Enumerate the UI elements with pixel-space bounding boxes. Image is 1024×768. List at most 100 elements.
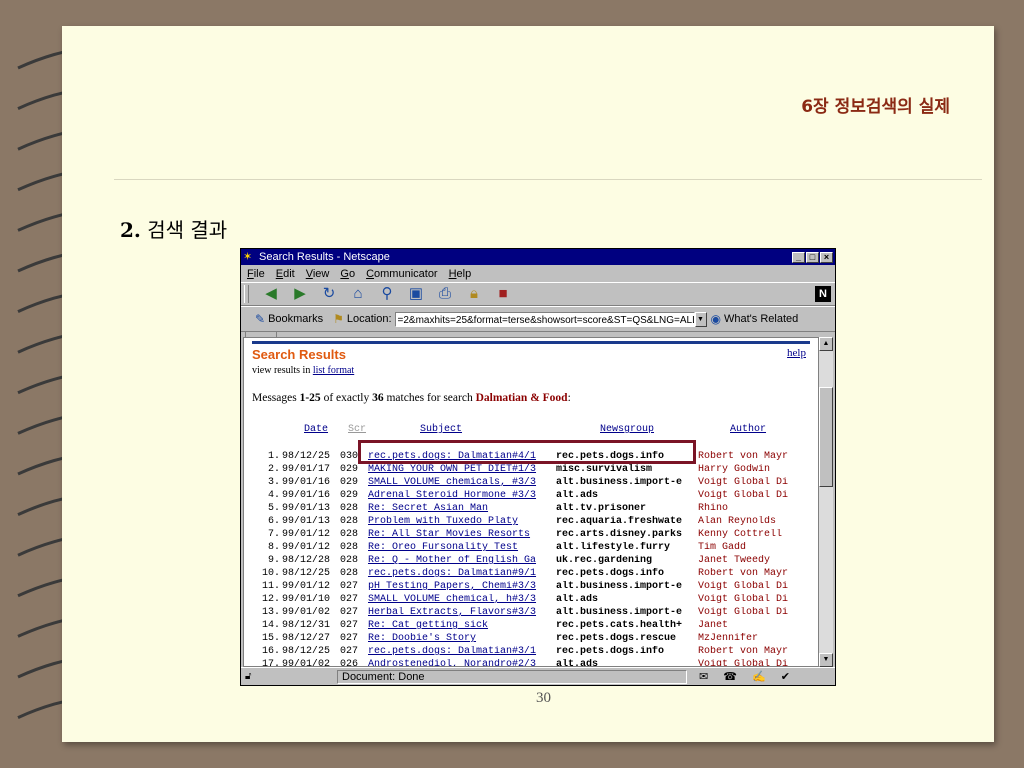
col-newsgroup[interactable]: Newsgroup — [600, 424, 654, 435]
result-subject-link[interactable]: Re: Secret Asian Man — [368, 503, 552, 514]
result-date: 99/01/12 — [282, 581, 331, 592]
col-scr[interactable]: Scr — [348, 424, 366, 435]
security-icon[interactable]: 🔒︎ — [464, 285, 484, 303]
menu-help[interactable]: Help — [449, 268, 472, 280]
whats-related-icon[interactable]: ◉ — [711, 312, 721, 326]
result-subject-link[interactable]: MAKING YOUR OWN PET DIET#1/3 — [368, 464, 552, 475]
list-format-link[interactable]: list format — [313, 365, 354, 376]
result-newsgroup: rec.aquaria.freshwate — [556, 516, 683, 527]
msg-count: 36 — [372, 392, 384, 404]
result-score: 028 — [340, 555, 359, 566]
col-author[interactable]: Author — [730, 424, 766, 435]
scroll-up-icon[interactable]: ▲ — [819, 337, 833, 351]
result-subject-link[interactable]: rec.pets.dogs: Dalmatian#3/1 — [368, 646, 552, 657]
result-number: 2. — [267, 464, 280, 475]
result-score: 028 — [340, 516, 359, 527]
result-newsgroup: rec.pets.dogs.info — [556, 646, 665, 657]
result-score: 026 — [340, 659, 359, 667]
result-subject-link[interactable]: Adrenal Steroid Hormone #3/3 — [368, 490, 552, 501]
blue-rule — [252, 341, 810, 344]
result-author: Robert von Mayr — [698, 451, 789, 462]
result-subject-link[interactable]: rec.pets.dogs: Dalmatian#9/1 — [368, 568, 552, 579]
minimize-button[interactable]: _ — [792, 251, 805, 263]
vertical-scrollbar[interactable]: ▲ ▼ — [819, 337, 833, 667]
result-subject-link[interactable]: Herbal Extracts, Flavors#3/3 — [368, 607, 552, 618]
menu-go[interactable]: Go — [340, 268, 355, 280]
result-subject-link[interactable]: Re: Doobie's Story — [368, 633, 552, 644]
result-newsgroup: alt.ads — [556, 659, 599, 667]
result-score: 027 — [340, 620, 359, 631]
result-subject-link[interactable]: Re: Q - Mother of English Ga — [368, 555, 552, 566]
search-results-title: Search Results — [252, 347, 346, 362]
result-number: 13. — [261, 607, 280, 618]
toolbar-grip[interactable] — [244, 285, 249, 303]
stop-icon[interactable]: ■ — [493, 285, 513, 303]
location-toolbar: ✎ Bookmarks ⚑ Location: =2&maxhits=25&fo… — [241, 306, 835, 332]
result-newsgroup: alt.lifestyle.furry — [556, 542, 671, 553]
location-input[interactable]: =2&maxhits=25&format=terse&showsort=scor… — [394, 311, 695, 327]
result-number: 8. — [267, 542, 280, 553]
forward-icon[interactable]: ▶ — [290, 285, 310, 303]
section-number: 2. — [120, 218, 141, 242]
result-author: Voigt Global Di — [698, 659, 789, 667]
back-icon[interactable]: ◀ — [261, 285, 281, 303]
result-author: Janet — [698, 620, 729, 631]
result-score: 030 — [340, 451, 359, 462]
result-newsgroup: alt.business.import-e — [556, 581, 683, 592]
result-subject-link[interactable]: SMALL VOLUME chemicals, #3/3 — [368, 477, 552, 488]
result-author: Voigt Global Di — [698, 490, 789, 501]
menu-edit[interactable]: Edit — [276, 268, 295, 280]
col-date[interactable]: Date — [304, 424, 328, 435]
location-icon: ⚑ — [333, 312, 344, 326]
result-subject-link[interactable]: Androstenediol, Norandro#2/3 — [368, 659, 552, 666]
status-bar: 🔓︎ Document: Done ✉ ☎ ✍ ✔ — [241, 667, 835, 685]
result-subject-link[interactable]: Re: All Star Movies Resorts — [368, 529, 552, 540]
result-author: Robert von Mayr — [698, 646, 789, 657]
title-bar: ✶ Search Results - Netscape _ □ × — [241, 249, 835, 265]
close-button[interactable]: × — [820, 251, 833, 263]
result-subject-link[interactable]: Problem with Tuxedo Platy — [368, 516, 552, 527]
result-subject-link[interactable]: SMALL VOLUME chemical, h#3/3 — [368, 594, 552, 605]
print-icon[interactable]: ⎙ — [435, 285, 455, 303]
result-score: 029 — [340, 464, 359, 475]
scroll-thumb[interactable] — [819, 387, 833, 487]
maximize-button[interactable]: □ — [806, 251, 819, 263]
netscape-icon[interactable]: ▣ — [406, 285, 426, 303]
result-newsgroup: rec.pets.dogs.rescue — [556, 633, 677, 644]
result-score: 028 — [340, 503, 359, 514]
bookmarks-button[interactable]: Bookmarks — [268, 313, 323, 325]
reload-icon[interactable]: ↻ — [319, 285, 339, 303]
result-score: 028 — [340, 568, 359, 579]
result-newsgroup: alt.business.import-e — [556, 477, 683, 488]
menu-communicator[interactable]: Communicator — [366, 268, 438, 280]
bookmark-icon[interactable]: ✎ — [255, 312, 265, 326]
result-author: Robert von Mayr — [698, 568, 789, 579]
location-dropdown-icon[interactable]: ▼ — [694, 311, 707, 327]
security-status-icon[interactable]: 🔓︎ — [245, 671, 259, 682]
col-subject[interactable]: Subject — [420, 424, 462, 435]
result-date: 99/01/13 — [282, 516, 331, 527]
result-author: Kenny Cottrell — [698, 529, 783, 540]
result-subject-link[interactable]: pH Testing Papers, Chemi#3/3 — [368, 581, 552, 592]
whats-related-button[interactable]: What's Related — [724, 313, 798, 325]
result-date: 99/01/10 — [282, 594, 331, 605]
result-number: 4. — [267, 490, 280, 501]
home-icon[interactable]: ⌂ — [348, 285, 368, 303]
result-score: 027 — [340, 633, 359, 644]
component-bar-icons[interactable]: ✉ ☎ ✍ ✔ — [699, 670, 796, 683]
result-number: 7. — [267, 529, 280, 540]
netscape-window: ✶ Search Results - Netscape _ □ × File E… — [240, 248, 836, 686]
help-link[interactable]: help — [787, 347, 806, 359]
result-date: 98/12/31 — [282, 620, 331, 631]
result-score: 027 — [340, 581, 359, 592]
result-subject-link[interactable]: Re: Cat getting sick — [368, 620, 552, 631]
search-icon[interactable]: ⚲ — [377, 285, 397, 303]
menu-file[interactable]: File — [247, 268, 265, 280]
result-score: 027 — [340, 594, 359, 605]
menu-view[interactable]: View — [306, 268, 330, 280]
result-score: 029 — [340, 490, 359, 501]
result-author: Janet Tweedy — [698, 555, 771, 566]
result-subject-link[interactable]: Re: Oreo Fursonality Test — [368, 542, 552, 553]
result-newsgroup: rec.pets.cats.health+ — [556, 620, 683, 631]
scroll-down-icon[interactable]: ▼ — [819, 653, 833, 667]
